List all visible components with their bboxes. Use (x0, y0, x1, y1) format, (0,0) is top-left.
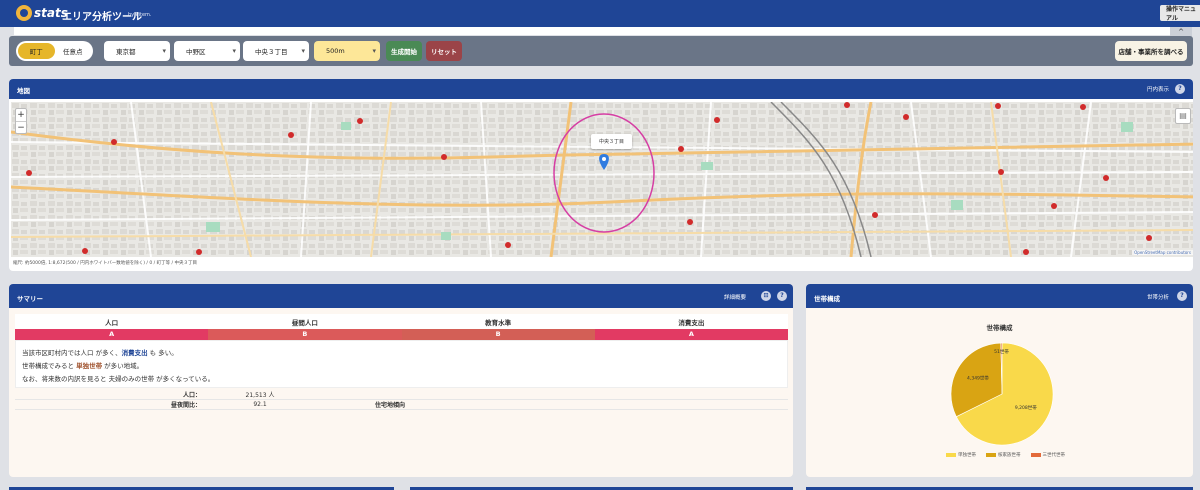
detail-link[interactable]: 詳細概要 (724, 293, 746, 301)
legend-swatch (986, 452, 996, 457)
town-value: 中央３丁目 (255, 48, 288, 56)
layers-icon[interactable]: ▤ (1175, 108, 1191, 124)
legend-item-0[interactable]: 単独世帯 (946, 452, 976, 458)
grade-header-row: 人口 昼間人口 教育水準 消費支出 (15, 314, 788, 329)
desc-text: 世帯構成でみると (22, 362, 77, 370)
prefecture-value: 東京都 (116, 48, 136, 56)
pie-slice-label-0: 9,208世帯 (1015, 404, 1037, 411)
city-select[interactable]: 中野区 (174, 41, 240, 61)
help-icon[interactable]: ? (1175, 84, 1185, 94)
map-attribution[interactable]: OpenStreetMap contributors (1132, 250, 1193, 255)
map-tiles (11, 102, 1193, 257)
header-strip (14, 27, 1170, 35)
desc-line-1: 当該市区町村内では人口 が多く、消費支出 も 多い。 (22, 347, 781, 360)
legend-item-2[interactable]: 三世代世帯 (1030, 452, 1066, 458)
map-canvas[interactable]: + − ▤ 中央３丁目 OpenStreetMap contributors (11, 102, 1193, 257)
generate-button[interactable]: 生成開始 (386, 41, 422, 61)
logo-mark-icon (16, 5, 32, 21)
day-night-label: 昼夜間比： (170, 402, 201, 409)
store-search-button[interactable]: 店舗・事業所を調べる (1115, 41, 1187, 61)
day-night-row: 昼夜間比： 92.1 住宅地傾向 (15, 400, 788, 410)
population-label: 人口： (182, 392, 201, 399)
pie-slice-label-2: 51世帯 (994, 348, 1009, 355)
pie-slice-label-1: 4,349世帯 (967, 375, 989, 382)
radius-select[interactable]: 500m (314, 41, 380, 61)
circle-display-toggle[interactable]: 円内表示 (1147, 85, 1169, 93)
legend-label: 三世代世帯 (1042, 453, 1066, 458)
city-value: 中野区 (186, 48, 206, 56)
legend-swatch (946, 452, 956, 457)
zoom-out-button[interactable]: − (16, 121, 26, 133)
grade-col-spending: 消費支出 (678, 319, 705, 327)
filter-bar: 町丁 任意点 東京都 中野区 中央３丁目 500m 生成開始 リセット 店舗・事… (9, 36, 1193, 66)
legend-item-1[interactable]: 核家族世帯 (986, 452, 1021, 458)
population-row: 人口： 21,513 人 (15, 390, 788, 400)
residential-label: 住宅地傾向 (374, 402, 405, 409)
grade-col-daytime: 昼間人口 (291, 319, 318, 327)
grade-values-row: A B B A (15, 329, 788, 340)
grade-col-education: 教育水準 (485, 319, 512, 327)
legend-label: 核家族世帯 (998, 453, 1021, 458)
app-header: stats エリア分析ツール by Pitem. 操作マニュアル (0, 0, 1200, 27)
grade-population: A (15, 329, 209, 340)
grade-daytime: B (208, 329, 402, 340)
reset-button[interactable]: リセット (426, 41, 462, 61)
app-logo[interactable]: stats (16, 5, 68, 21)
summary-help-icon[interactable]: ? (777, 291, 787, 301)
chart-legend: 単独世帯 核家族世帯 三世代世帯 (946, 452, 1065, 458)
summary-body: 人口 昼間人口 教育水準 消費支出 A B B A 当該市区町村内では人口 が多… (15, 314, 788, 388)
grade-spending: A (594, 329, 788, 340)
legend-swatch (1030, 452, 1041, 457)
summary-panel: サマリー 詳細概要 ⊡ ? 人口 昼間人口 教育水準 消費支出 A B B A … (9, 284, 793, 477)
radius-value: 500m (326, 47, 345, 55)
grade-education: B (401, 329, 595, 340)
household-pie-chart: 9,208世帯 4,349世帯 51世帯 (950, 342, 1054, 446)
day-night-value: 92.1 (253, 401, 267, 408)
mode-toggle[interactable]: 町丁 任意点 (16, 41, 93, 61)
desc-line-3: なお、将来数の内訳を見ると 夫婦のみの世帯 が多くなっている。 (22, 375, 215, 383)
population-value: 21,513 人 (245, 392, 275, 399)
map-pin-popup: 中央３丁目 (591, 134, 633, 149)
map-panel-title: 地図 (17, 87, 30, 95)
summary-stats: 人口： 21,513 人 昼夜間比： 92.1 住宅地傾向 (15, 390, 788, 410)
desc-text: が多い地域。 (102, 362, 144, 370)
zoom-in-button[interactable]: + (16, 109, 26, 121)
desc-text: 当該市区町村内では人口 が多く、 (22, 349, 122, 357)
zoom-control: + − (15, 108, 27, 134)
app-byline: by Pitem. (128, 12, 152, 18)
legend-label: 単独世帯 (958, 453, 976, 458)
map-panel-header: 地図 円内表示 ? (9, 79, 1193, 99)
mode-option-point[interactable]: 任意点 (55, 43, 92, 59)
summary-header: サマリー 詳細概要 ⊡ ? (9, 284, 793, 308)
mode-option-town[interactable]: 町丁 (18, 43, 55, 59)
map-panel: 地図 円内表示 ? + − ▤ 中央３丁目 OpenStreetMap cont… (9, 79, 1193, 271)
manual-button[interactable]: 操作マニュアル (1160, 5, 1200, 22)
desc-line-2: 世帯構成でみると 単独世帯 が多い地域。 (22, 360, 781, 373)
desc-text: も 多い。 (147, 349, 178, 357)
summary-title: サマリー (17, 295, 43, 303)
map-caption: 縮尺: 約5000倍, 1:8,672(500 / 円内ホワイトバー数地値を除く… (13, 261, 197, 266)
summary-description: 当該市区町村内では人口 が多く、消費支出 も 多い。 世帯構成でみると 単独世帯… (15, 340, 788, 388)
prefecture-select[interactable]: 東京都 (104, 41, 170, 61)
household-panel: 世帯構成 世帯分析 ? 世帯構成 9,208世帯 4,349世帯 51世帯 単独世帯… (806, 284, 1193, 477)
summary-export-icon[interactable]: ⊡ (761, 291, 771, 301)
desc-highlight: 消費支出 (121, 349, 148, 357)
grade-col-population: 人口 (105, 319, 119, 327)
desc-highlight: 単独世帯 (76, 362, 103, 370)
town-select[interactable]: 中央３丁目 (243, 41, 309, 61)
